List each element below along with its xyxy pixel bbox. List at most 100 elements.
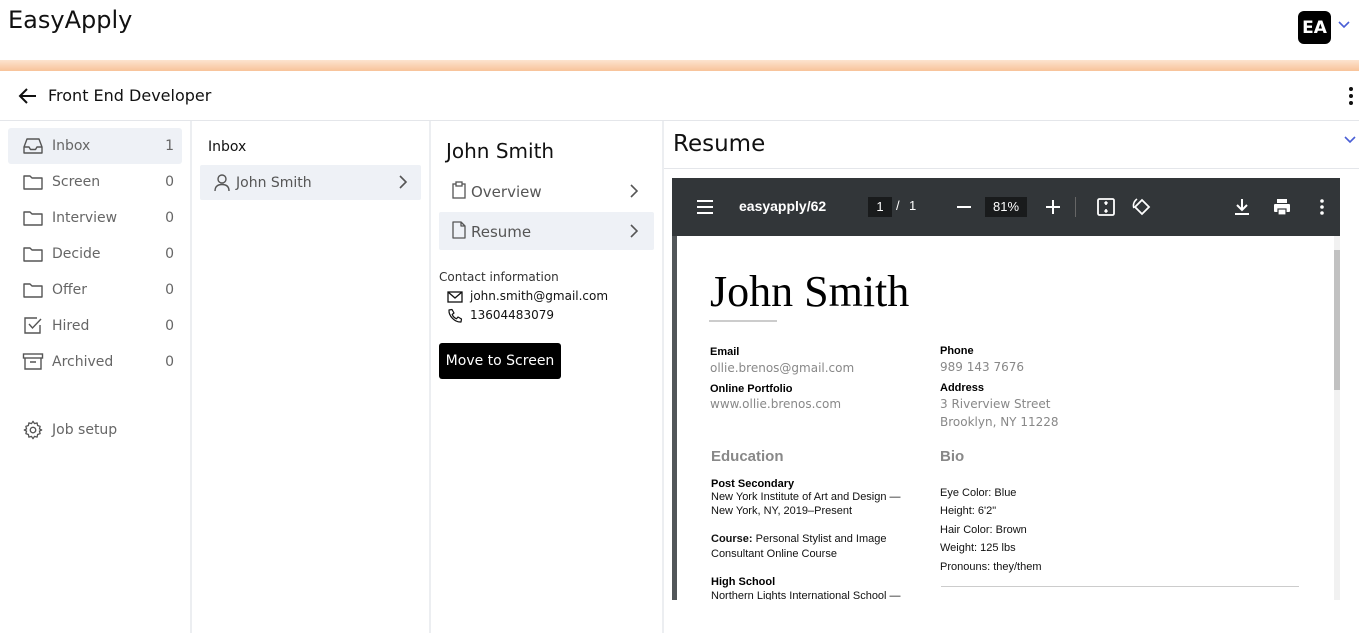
resume-address-label: Address — [940, 382, 985, 394]
education-heading: Education — [711, 448, 784, 465]
page-number-input[interactable]: 1 — [868, 197, 892, 217]
sidebar-item-interview[interactable]: Interview 0 — [8, 200, 182, 236]
divider — [941, 586, 1299, 587]
list-heading: Inbox — [208, 139, 247, 155]
zoom-level-input[interactable]: 81% — [985, 197, 1027, 217]
job-header: Front End Developer — [0, 72, 1359, 121]
zoom-in-icon[interactable] — [1042, 196, 1064, 218]
pdf-page: John Smith Email ollie.brenos@gmail.com … — [677, 236, 1334, 600]
tab-label: Resume — [471, 223, 532, 241]
fit-page-icon[interactable] — [1095, 196, 1117, 218]
header-gradient-strip — [0, 60, 1359, 71]
zoom-out-icon[interactable] — [953, 196, 975, 218]
resume-email: ollie.brenos@gmail.com — [710, 361, 855, 375]
sidebar-item-offer[interactable]: Offer 0 — [8, 272, 182, 308]
back-arrow-icon[interactable] — [17, 85, 39, 107]
more-vertical-icon[interactable] — [1311, 196, 1333, 218]
sidebar-item-decide[interactable]: Decide 0 — [8, 236, 182, 272]
candidate-list: Inbox John Smith — [192, 121, 428, 633]
sidebar-item-count: 0 — [165, 354, 174, 370]
sidebar-item-count: 0 — [165, 282, 174, 298]
stage-sidebar: Inbox 1 Screen 0 Interview 0 Decide 0 Of… — [0, 121, 190, 633]
bio-heading: Bio — [940, 448, 965, 465]
sidebar-item-label: Offer — [52, 282, 88, 298]
pdf-document-title: easyapply/62 — [739, 198, 827, 214]
sidebar-item-count: 0 — [165, 210, 174, 226]
brand-logo[interactable]: EasyApply — [8, 6, 132, 34]
bio-line: Hair Color: Brown — [940, 524, 1027, 536]
candidate-name: John Smith — [236, 175, 312, 191]
move-to-screen-button[interactable]: Move to Screen — [439, 343, 561, 379]
resume-address-line2: Brooklyn, NY 11228 — [940, 415, 1059, 429]
more-vertical-icon[interactable] — [1341, 84, 1359, 108]
contact-phone-value[interactable]: 13604483079 — [470, 308, 554, 322]
document-icon — [452, 221, 466, 239]
pdf-toolbar: easyapply/62 1 / 1 81% — [672, 178, 1340, 236]
scrollbar-thumb[interactable] — [1334, 250, 1340, 390]
sidebar-item-archived[interactable]: Archived 0 — [8, 344, 182, 380]
candidate-detail: John Smith Overview Resume Contact infor… — [431, 121, 662, 633]
print-icon[interactable] — [1271, 196, 1293, 218]
resume-portfolio-label: Online Portfolio — [710, 383, 793, 395]
sidebar-item-label: Interview — [52, 210, 118, 226]
post-secondary-line1: New York Institute of Art and Design — — [711, 491, 901, 503]
folder-icon — [23, 211, 43, 226]
sidebar-item-inbox[interactable]: Inbox 1 — [8, 128, 182, 164]
course-label: Course: — [711, 533, 753, 545]
pdf-viewer: easyapply/62 1 / 1 81% John Smith Email … — [672, 178, 1340, 600]
name-underline — [709, 320, 777, 322]
contact-heading: Contact information — [439, 270, 559, 284]
sidebar-item-label: Screen — [52, 174, 101, 190]
checkbox-icon — [24, 317, 42, 334]
resume-phone: 989 143 7676 — [940, 360, 1024, 374]
download-icon[interactable] — [1231, 196, 1253, 218]
avatar[interactable]: EA — [1298, 11, 1331, 44]
sidebar-item-count: 0 — [165, 174, 174, 190]
sidebar-item-count: 0 — [165, 318, 174, 334]
candidate-title: John Smith — [446, 139, 555, 163]
page-separator: / — [896, 198, 900, 213]
folder-icon — [23, 175, 43, 190]
high-school-line1: Northern Lights International School — — [711, 590, 901, 600]
bio-line: Pronouns: they/them — [940, 561, 1042, 573]
post-secondary-line2: New York, NY, 2019–Present — [711, 505, 853, 517]
resume-title: Resume — [673, 131, 766, 157]
clipboard-icon — [452, 181, 466, 199]
tab-overview[interactable]: Overview — [439, 172, 654, 210]
chevron-right-icon — [399, 175, 408, 189]
list-item[interactable]: John Smith — [200, 165, 421, 200]
rotate-icon[interactable] — [1131, 196, 1153, 218]
toolbar-divider — [1075, 197, 1076, 217]
sidebar-item-label: Hired — [52, 318, 90, 334]
sidebar-item-hired[interactable]: Hired 0 — [8, 308, 182, 344]
resume-address-line1: 3 Riverview Street — [940, 397, 1051, 411]
course-line1: Course: Personal Stylist and Image — [711, 533, 886, 545]
chevron-right-icon — [630, 184, 639, 198]
archive-icon — [22, 353, 44, 370]
sidebar-item-label: Decide — [52, 246, 101, 262]
pdf-scrollbar[interactable] — [1334, 236, 1340, 600]
sidebar-item-label: Archived — [52, 354, 114, 370]
chevron-down-icon[interactable] — [1342, 131, 1358, 147]
resume-portfolio: www.ollie.brenos.com — [710, 397, 842, 411]
sidebar-item-label: Inbox — [52, 138, 91, 154]
bio-line: Weight: 125 lbs — [940, 542, 1016, 554]
chevron-down-icon[interactable] — [1336, 16, 1352, 32]
sidebar-item-screen[interactable]: Screen 0 — [8, 164, 182, 200]
high-school-label: High School — [711, 576, 776, 588]
bio-line: Height: 6'2" — [940, 505, 997, 517]
folder-icon — [23, 247, 43, 262]
post-secondary-label: Post Secondary — [711, 478, 795, 490]
contact-email-value[interactable]: john.smith@gmail.com — [470, 289, 608, 303]
sidebar-item-count: 0 — [165, 246, 174, 262]
gear-icon — [23, 420, 43, 440]
top-bar: EasyApply EA — [0, 0, 1359, 60]
user-icon — [214, 174, 230, 192]
tab-label: Overview — [471, 183, 542, 201]
resume-phone-label: Phone — [940, 345, 974, 357]
menu-icon[interactable] — [695, 196, 717, 218]
sidebar-item-count: 1 — [165, 138, 174, 154]
course-line2: Consultant Online Course — [711, 548, 837, 560]
tab-resume[interactable]: Resume — [439, 212, 654, 250]
resume-panel: Resume easyapply/62 1 / 1 81% John Smith… — [664, 121, 1359, 633]
